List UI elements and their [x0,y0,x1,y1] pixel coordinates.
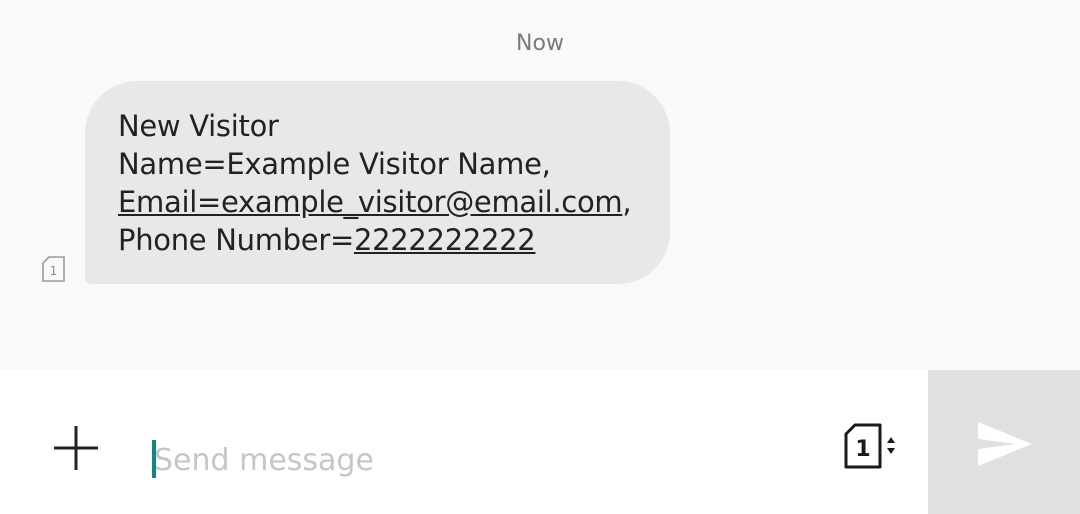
email-link[interactable]: Email=example_visitor@email.com [118,185,623,219]
sim-selector[interactable]: 1 [842,422,902,472]
phone-label: Phone Number= [118,223,354,257]
message-line-title: New Visitor [118,109,279,143]
attach-button[interactable] [48,420,104,476]
message-line-email: Email=example_visitor@email.com, [118,183,650,221]
sim-slot-number: 1 [50,264,58,278]
send-button[interactable] [928,370,1080,514]
send-icon [978,422,1032,466]
message-line-phone: Phone Number=2222222222 [118,221,650,259]
phone-link[interactable]: 2222222222 [354,223,536,257]
plus-icon [54,426,98,470]
message-timestamp: Now [516,31,564,56]
sim-card-icon: 1 [844,423,895,469]
sim-card-icon: 1 [41,255,67,283]
message-bubble[interactable]: New Visitor Name=Example Visitor Name, E… [85,81,670,284]
message-input-wrapper [150,438,754,482]
message-line-name: Name=Example Visitor Name, [118,147,551,181]
sim-selector-number: 1 [855,437,870,462]
text-cursor [152,440,156,478]
message-input[interactable] [150,438,754,482]
compose-bar: 1 [0,370,928,514]
email-suffix: , [622,185,632,219]
